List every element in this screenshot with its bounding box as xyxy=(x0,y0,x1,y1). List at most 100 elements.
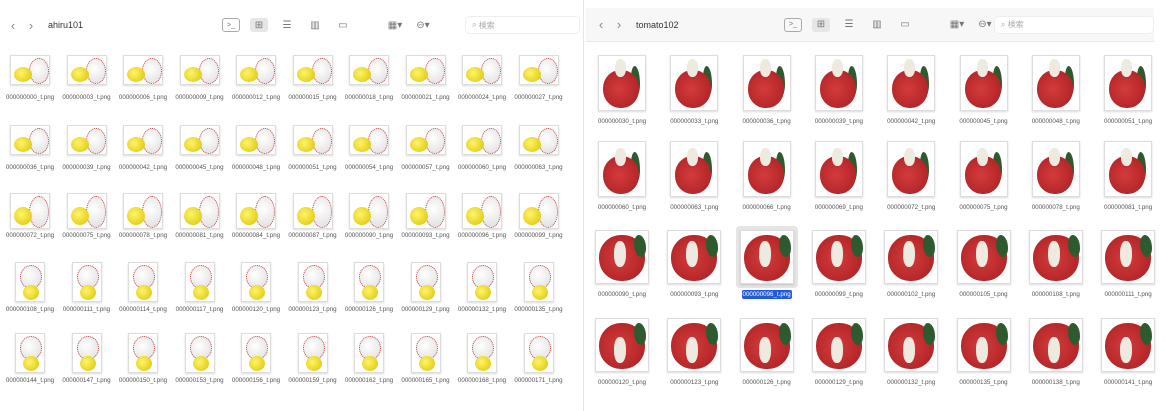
file-item[interactable]: 000000036_t.png xyxy=(737,55,797,126)
file-item[interactable]: 000000129_t.png xyxy=(400,262,452,314)
forward-icon[interactable]: › xyxy=(610,17,628,32)
file-item[interactable]: 000000060_t.png xyxy=(592,141,652,212)
file-item[interactable]: 000000072_t.png xyxy=(881,141,941,212)
file-item[interactable]: 000000048_t.png xyxy=(1026,55,1086,126)
icon-view-icon[interactable]: ⊞ xyxy=(250,18,268,32)
file-item[interactable]: 000000108_t.png xyxy=(4,262,56,314)
file-item[interactable]: 000000051_t.png xyxy=(1098,55,1158,126)
file-item[interactable]: 000000114_t.png xyxy=(117,262,169,314)
file-item[interactable]: 000000135_t.png xyxy=(954,318,1014,387)
file-item[interactable]: 000000063_t.png xyxy=(513,125,565,172)
file-item[interactable]: 000000105_t.png xyxy=(954,230,1014,299)
file-item[interactable]: 000000003_t.png xyxy=(61,55,113,102)
group-icon[interactable]: ▦▾ xyxy=(948,18,966,32)
file-item-selected[interactable]: 000000096_t.png xyxy=(735,226,798,299)
file-item[interactable]: 000000111_t.png xyxy=(61,262,113,314)
file-item[interactable]: 000000012_t.png xyxy=(230,55,282,102)
file-item[interactable]: 000000141_t.png xyxy=(1098,318,1158,387)
file-item[interactable]: 000000042_t.png xyxy=(881,55,941,126)
file-item[interactable]: 000000090_t.png xyxy=(343,193,395,240)
file-item[interactable]: 000000009_t.png xyxy=(174,55,226,102)
file-item[interactable]: 000000060_t.png xyxy=(456,125,508,172)
file-item[interactable]: 000000018_t.png xyxy=(343,55,395,102)
gallery-view-icon[interactable]: ▭ xyxy=(334,18,352,32)
column-view-icon[interactable]: ▥ xyxy=(306,18,324,32)
file-item[interactable]: 000000111_t.png xyxy=(1098,230,1158,299)
file-item[interactable]: 000000099_t.png xyxy=(809,230,869,299)
file-item[interactable]: 000000039_t.png xyxy=(809,55,869,126)
column-view-icon[interactable]: ▥ xyxy=(868,18,886,32)
file-item[interactable]: 000000162_t.png xyxy=(343,333,395,385)
file-item[interactable]: 000000123_t.png xyxy=(664,318,724,387)
file-item[interactable]: 000000102_t.png xyxy=(881,230,941,299)
action-icon[interactable]: ⊖▾ xyxy=(414,18,432,32)
file-item[interactable]: 000000024_t.png xyxy=(456,55,508,102)
file-item[interactable]: 000000075_t.png xyxy=(954,141,1014,212)
file-item[interactable]: 000000120_t.png xyxy=(230,262,282,314)
file-item[interactable]: 000000126_t.png xyxy=(343,262,395,314)
file-item[interactable]: 000000045_t.png xyxy=(174,125,226,172)
file-item[interactable]: 000000081_t.png xyxy=(1098,141,1158,212)
file-item[interactable]: 000000171_t.png xyxy=(513,333,565,385)
file-item[interactable]: 000000015_t.png xyxy=(287,55,339,102)
back-icon[interactable]: ‹ xyxy=(4,18,22,33)
search-input[interactable]: ⌕ 検索 xyxy=(994,15,1154,34)
file-item[interactable]: 000000039_t.png xyxy=(61,125,113,172)
file-item[interactable]: 000000006_t.png xyxy=(117,55,169,102)
list-view-icon[interactable]: ☰ xyxy=(840,18,858,32)
file-item[interactable]: 000000144_t.png xyxy=(4,333,56,385)
icon-view-icon[interactable]: ⊞ xyxy=(812,17,830,32)
file-item[interactable]: 000000132_t.png xyxy=(456,262,508,314)
back-icon[interactable]: ‹ xyxy=(592,17,610,32)
file-item[interactable]: 000000045_t.png xyxy=(954,55,1014,126)
file-item[interactable]: 000000099_t.png xyxy=(513,193,565,240)
action-icon[interactable]: ⊖▾ xyxy=(976,18,994,32)
file-item[interactable]: 000000051_t.png xyxy=(287,125,339,172)
file-item[interactable]: 000000126_t.png xyxy=(737,318,797,387)
file-item[interactable]: 000000048_t.png xyxy=(230,125,282,172)
file-item[interactable]: 000000072_t.png xyxy=(4,193,56,240)
file-item[interactable]: 000000021_t.png xyxy=(400,55,452,102)
search-input[interactable]: ⌕ 検索 xyxy=(465,16,580,34)
file-item[interactable]: 000000078_t.png xyxy=(1026,141,1086,212)
group-icon[interactable]: ▦▾ xyxy=(386,18,404,32)
file-item[interactable]: 000000165_t.png xyxy=(400,333,452,385)
terminal-icon[interactable]: >_ xyxy=(222,18,240,32)
file-item[interactable]: 000000030_t.png xyxy=(592,55,652,126)
file-item[interactable]: 000000036_t.png xyxy=(4,125,56,172)
file-item[interactable]: 000000042_t.png xyxy=(117,125,169,172)
file-item[interactable]: 000000087_t.png xyxy=(287,193,339,240)
file-item[interactable]: 000000093_t.png xyxy=(664,230,724,299)
file-item[interactable]: 000000090_t.png xyxy=(592,230,652,299)
file-item[interactable]: 000000117_t.png xyxy=(174,262,226,314)
file-item[interactable]: 000000066_t.png xyxy=(737,141,797,212)
file-item[interactable]: 000000000_t.png xyxy=(4,55,56,102)
file-item[interactable]: 000000129_t.png xyxy=(809,318,869,387)
file-item[interactable]: 000000159_t.png xyxy=(287,333,339,385)
file-item[interactable]: 000000096_t.png xyxy=(456,193,508,240)
file-item[interactable]: 000000135_t.png xyxy=(513,262,565,314)
file-item[interactable]: 000000150_t.png xyxy=(117,333,169,385)
forward-icon[interactable]: › xyxy=(22,18,40,33)
file-item[interactable]: 000000084_t.png xyxy=(230,193,282,240)
file-item[interactable]: 000000168_t.png xyxy=(456,333,508,385)
terminal-icon[interactable]: >_ xyxy=(784,17,802,32)
file-item[interactable]: 000000081_t.png xyxy=(174,193,226,240)
file-item[interactable]: 000000147_t.png xyxy=(61,333,113,385)
file-item[interactable]: 000000075_t.png xyxy=(61,193,113,240)
file-item[interactable]: 000000054_t.png xyxy=(343,125,395,172)
file-item[interactable]: 000000063_t.png xyxy=(664,141,724,212)
file-item[interactable]: 000000156_t.png xyxy=(230,333,282,385)
file-item[interactable]: 000000108_t.png xyxy=(1026,230,1086,299)
file-item[interactable]: 000000153_t.png xyxy=(174,333,226,385)
gallery-view-icon[interactable]: ▭ xyxy=(896,18,914,32)
file-item[interactable]: 000000093_t.png xyxy=(400,193,452,240)
file-item[interactable]: 000000027_t.png xyxy=(513,55,565,102)
file-item[interactable]: 000000138_t.png xyxy=(1026,318,1086,387)
file-item[interactable]: 000000078_t.png xyxy=(117,193,169,240)
file-item[interactable]: 000000033_t.png xyxy=(664,55,724,126)
file-item[interactable]: 000000069_t.png xyxy=(809,141,869,212)
list-view-icon[interactable]: ☰ xyxy=(278,18,296,32)
file-item[interactable]: 000000057_t.png xyxy=(400,125,452,172)
file-item[interactable]: 000000123_t.png xyxy=(287,262,339,314)
